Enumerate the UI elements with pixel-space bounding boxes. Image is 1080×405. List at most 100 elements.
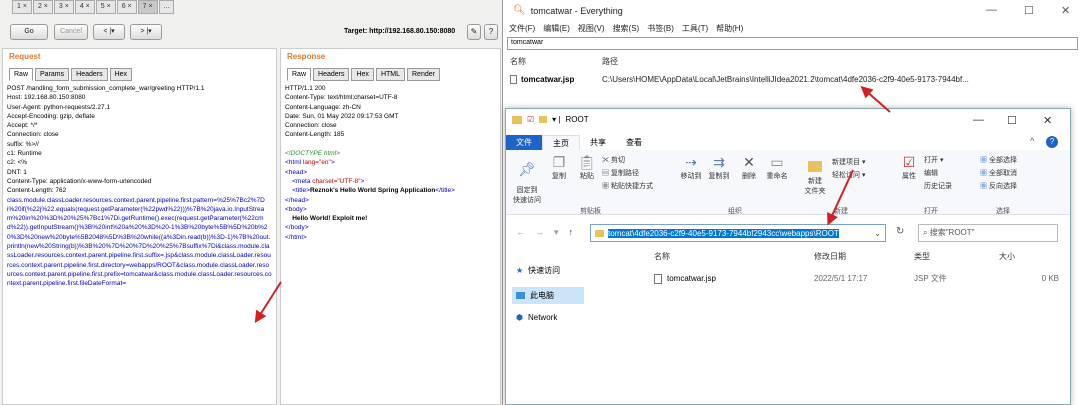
copy-button[interactable]: ❐ 复制 bbox=[548, 154, 570, 181]
folder-icon bbox=[595, 229, 604, 237]
repeater-tab[interactable]: 5 × bbox=[95, 0, 116, 14]
response-editor[interactable]: HTTP/1.1 200 Content-Type: text/html;cha… bbox=[285, 84, 496, 404]
go-button[interactable]: Go bbox=[10, 24, 48, 40]
open-button[interactable]: 打开 ▾ bbox=[924, 154, 952, 167]
repeater-tab[interactable]: 3 × bbox=[53, 0, 74, 14]
forward-button[interactable]: > |▾ bbox=[130, 24, 162, 40]
repeater-tab[interactable]: 1 × bbox=[12, 0, 32, 14]
request-tab-headers[interactable]: Headers bbox=[71, 68, 108, 81]
result-row[interactable]: tomcatwar.jsp C:\Users\HOME\AppData\Loca… bbox=[507, 72, 969, 86]
nav-this-pc[interactable]: 此电脑 bbox=[512, 287, 584, 304]
address-dropdown-icon[interactable]: ⌄ bbox=[874, 229, 881, 238]
up-arrow-icon[interactable]: ↑ bbox=[569, 227, 574, 238]
repeater-tab[interactable]: 4 × bbox=[74, 0, 95, 14]
forward-arrow-icon[interactable]: → bbox=[535, 227, 544, 238]
new-item-button[interactable]: 新建项目 ▾ bbox=[832, 156, 865, 169]
new-folder-button[interactable]: 新建 文件夹 bbox=[802, 154, 828, 203]
everything-titlebar: 🔍︎ tomcatwar - Everything bbox=[513, 5, 623, 16]
delete-icon: ✕ bbox=[743, 154, 755, 170]
ribbon-tab-home[interactable]: 主页 bbox=[542, 135, 580, 150]
paste-shortcut-button[interactable]: ▦ 粘贴快捷方式 bbox=[602, 180, 653, 193]
ribbon-tab-share[interactable]: 共享 bbox=[580, 135, 616, 150]
save-icon[interactable]: ☑ bbox=[527, 115, 534, 124]
back-button[interactable]: < |▾ bbox=[93, 24, 125, 40]
pin-quick-access-button[interactable]: 📌︎ 固定到 快速访问 bbox=[512, 154, 542, 205]
properties-button[interactable]: ☑ 属性 bbox=[898, 154, 920, 181]
meta-charset-attr: charset="UTF-8" bbox=[312, 177, 361, 185]
qat-dropdown-icon[interactable]: ▾ | bbox=[552, 115, 560, 124]
menu-file[interactable]: 文件(F) bbox=[509, 23, 535, 34]
response-tab-html[interactable]: HTML bbox=[375, 68, 405, 81]
col-name[interactable]: 名称 bbox=[507, 56, 602, 67]
recent-dropdown-icon[interactable]: ▾ bbox=[554, 227, 559, 238]
edit-target-icon[interactable]: ✎ bbox=[467, 24, 481, 40]
maximize-icon[interactable]: ☐ bbox=[1007, 114, 1017, 127]
html-close: </html> bbox=[285, 233, 307, 241]
burp-repeater-window: 1 × 2 × 3 × 4 × 5 × 6 × 7 × ... Go Cance… bbox=[0, 0, 503, 405]
menu-edit[interactable]: 编辑(E) bbox=[543, 23, 570, 34]
maximize-icon[interactable]: ☐ bbox=[1024, 4, 1034, 17]
response-tab-raw[interactable]: Raw bbox=[287, 68, 312, 81]
request-tab-hex[interactable]: Hex bbox=[109, 68, 133, 81]
paste-shortcut-icon: ▦ bbox=[602, 183, 611, 190]
menu-view[interactable]: 视图(V) bbox=[578, 23, 605, 34]
menu-help[interactable]: 帮助(H) bbox=[716, 23, 743, 34]
request-headers: POST /handling_form_submission_complete_… bbox=[7, 85, 205, 195]
refresh-icon[interactable]: ↻ bbox=[896, 226, 904, 237]
close-icon[interactable]: ✕ bbox=[1061, 4, 1070, 17]
minimize-icon[interactable]: — bbox=[986, 4, 997, 16]
nav-network[interactable]: ⬢ Network bbox=[516, 313, 557, 322]
menu-tools[interactable]: 工具(T) bbox=[682, 23, 708, 34]
request-tab-raw[interactable]: Raw bbox=[9, 68, 34, 81]
select-none-button[interactable]: ▦ 全部取消 bbox=[980, 167, 1017, 180]
file-icon bbox=[654, 273, 662, 284]
request-tabs: Raw Params Headers Hex bbox=[9, 68, 133, 81]
rename-button[interactable]: ▭ 重命名 bbox=[764, 154, 790, 181]
copy-path-button[interactable]: ▤ 复制路径 bbox=[602, 167, 653, 180]
title-close: </title> bbox=[435, 187, 455, 195]
response-tab-render[interactable]: Render bbox=[407, 68, 440, 81]
delete-button[interactable]: ✕ 删除 bbox=[738, 154, 760, 181]
explorer-search-input[interactable]: ⌕ 搜索"ROOT" bbox=[918, 224, 1058, 242]
body-text: Hello World! Exploit me! bbox=[292, 215, 368, 223]
move-to-button[interactable]: ⇢ 移动到 bbox=[678, 154, 704, 181]
response-tab-headers[interactable]: Headers bbox=[313, 68, 350, 81]
copy-to-button[interactable]: ⇉ 复制到 bbox=[706, 154, 732, 181]
search-placeholder: 搜索"ROOT" bbox=[929, 228, 975, 237]
easy-access-button[interactable]: 轻松访问 ▾ bbox=[832, 169, 865, 182]
col-type[interactable]: 类型 bbox=[914, 251, 999, 262]
col-name[interactable]: 名称 bbox=[654, 251, 814, 262]
request-tab-params[interactable]: Params bbox=[35, 68, 70, 81]
col-path[interactable]: 路径 bbox=[602, 56, 618, 67]
ribbon-tab-file[interactable]: 文件 bbox=[506, 135, 542, 150]
repeater-tab[interactable]: 2 × bbox=[32, 0, 53, 14]
everything-search-input[interactable]: tomcatwar bbox=[507, 37, 1078, 50]
ribbon-tab-view[interactable]: 查看 bbox=[616, 135, 652, 150]
menu-bookmarks[interactable]: 书签(B) bbox=[647, 23, 674, 34]
address-bar[interactable]: tomcat\4dfe2036-c2f9-40e5-9173-7944bf294… bbox=[590, 224, 886, 242]
history-button[interactable]: 历史记录 bbox=[924, 180, 952, 193]
back-arrow-icon[interactable]: ← bbox=[516, 227, 525, 238]
file-row[interactable]: tomcatwar.jsp 2022/5/1 17:17 JSP 文件 0 KB bbox=[654, 273, 1064, 284]
menu-search[interactable]: 搜索(S) bbox=[613, 23, 640, 34]
paste-button[interactable]: 📋︎ 粘贴 bbox=[576, 154, 598, 181]
cancel-button[interactable]: Cancel bbox=[54, 24, 88, 40]
response-tab-hex[interactable]: Hex bbox=[351, 68, 374, 81]
cut-button[interactable]: ✂ 剪切 bbox=[602, 154, 653, 167]
repeater-tab[interactable]: 6 × bbox=[116, 0, 137, 14]
nav-quick-access[interactable]: ★ 快速访问 bbox=[516, 265, 560, 276]
close-icon[interactable]: ✕ bbox=[1043, 114, 1052, 127]
minimize-icon[interactable]: — bbox=[973, 114, 984, 126]
explorer-titlebar: ☑ ▾ | ROOT bbox=[512, 115, 589, 124]
file-icon bbox=[510, 74, 517, 84]
group-clipboard: 剪贴板 bbox=[580, 208, 601, 215]
select-all-button[interactable]: ▦ 全部选择 bbox=[980, 154, 1017, 167]
repeater-tab-more[interactable]: ... bbox=[158, 0, 175, 14]
help-icon[interactable]: ? bbox=[484, 24, 498, 40]
invert-selection-button[interactable]: ▦ 反向选择 bbox=[980, 180, 1017, 193]
col-date[interactable]: 修改日期 bbox=[814, 251, 914, 262]
repeater-tab-active[interactable]: 7 × bbox=[137, 0, 158, 14]
col-size[interactable]: 大小 bbox=[999, 251, 1059, 262]
edit-button[interactable]: 编辑 bbox=[924, 167, 952, 180]
request-editor[interactable]: POST /handling_form_submission_complete_… bbox=[7, 84, 272, 404]
